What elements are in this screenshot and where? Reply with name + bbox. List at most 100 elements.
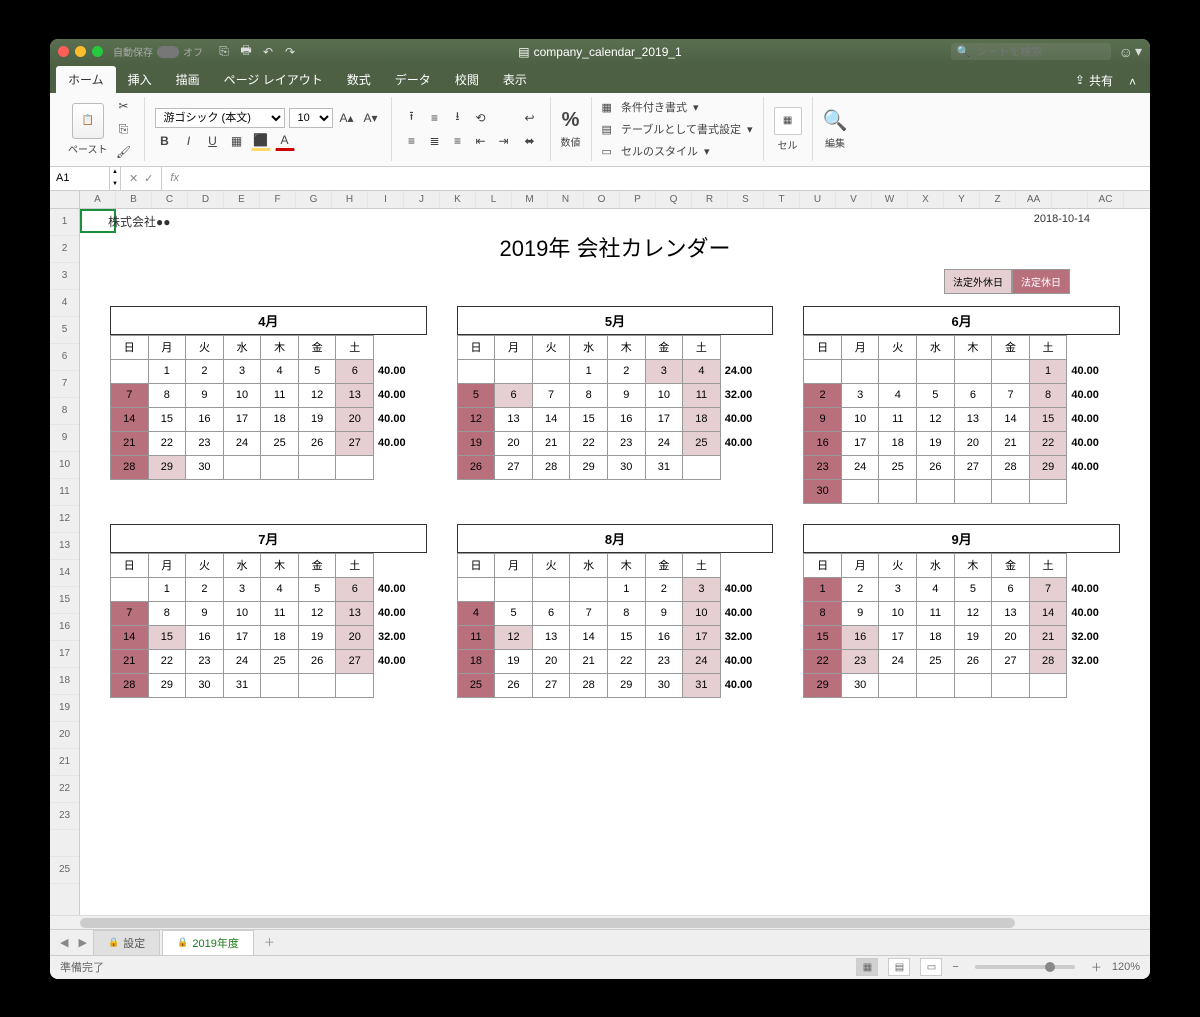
calendar-day[interactable] bbox=[223, 455, 261, 479]
calendar-day[interactable]: 30 bbox=[186, 455, 224, 479]
align-middle-icon[interactable]: ≡ bbox=[425, 108, 445, 128]
calendar-day[interactable]: 5 bbox=[954, 577, 992, 601]
view-page-layout-button[interactable]: ▤ bbox=[888, 958, 910, 976]
calendar-day[interactable]: 26 bbox=[298, 431, 336, 455]
row-header[interactable]: 4 bbox=[50, 290, 79, 317]
col-header[interactable]: Z bbox=[980, 191, 1016, 208]
calendar-day[interactable]: 14 bbox=[111, 407, 149, 431]
calendar-day[interactable]: 4 bbox=[683, 359, 721, 383]
calendar-day[interactable]: 20 bbox=[532, 649, 570, 673]
calendar-day[interactable]: 23 bbox=[607, 431, 645, 455]
row-header[interactable]: 22 bbox=[50, 776, 79, 803]
calendar-day[interactable]: 22 bbox=[804, 649, 842, 673]
calendar-day[interactable]: 19 bbox=[298, 407, 336, 431]
scrollbar-thumb[interactable] bbox=[80, 918, 1015, 928]
calendar-day[interactable]: 18 bbox=[261, 407, 299, 431]
calendar-day[interactable]: 18 bbox=[917, 625, 955, 649]
col-header[interactable]: M bbox=[512, 191, 548, 208]
calendar-day[interactable] bbox=[917, 673, 955, 697]
calendar-day[interactable]: 21 bbox=[570, 649, 608, 673]
calendar-day[interactable] bbox=[298, 455, 336, 479]
calendar-day[interactable]: 11 bbox=[683, 383, 721, 407]
col-header[interactable]: X bbox=[908, 191, 944, 208]
calendar-day[interactable]: 24 bbox=[841, 455, 879, 479]
calendar-day[interactable]: 6 bbox=[954, 383, 992, 407]
calendar-day[interactable]: 17 bbox=[223, 625, 261, 649]
calendar-day[interactable]: 21 bbox=[1029, 625, 1067, 649]
calendar-day[interactable]: 22 bbox=[148, 649, 186, 673]
calendar-day[interactable]: 8 bbox=[1029, 383, 1067, 407]
calendar-day[interactable]: 16 bbox=[804, 431, 842, 455]
calendar-day[interactable] bbox=[111, 359, 149, 383]
calendar-day[interactable]: 27 bbox=[336, 649, 374, 673]
calendar-day[interactable]: 11 bbox=[261, 383, 299, 407]
calendar-day[interactable]: 31 bbox=[645, 455, 683, 479]
row-header[interactable]: 2 bbox=[50, 236, 79, 263]
calendar-day[interactable]: 1 bbox=[1029, 359, 1067, 383]
cancel-formula-icon[interactable]: ✕ bbox=[129, 172, 138, 185]
calendar-day[interactable]: 24 bbox=[683, 649, 721, 673]
calendar-day[interactable]: 19 bbox=[495, 649, 533, 673]
calendar-day[interactable]: 6 bbox=[336, 359, 374, 383]
redo-icon[interactable]: ↷ bbox=[283, 45, 297, 59]
calendar-day[interactable]: 5 bbox=[298, 577, 336, 601]
calendar-day[interactable] bbox=[841, 479, 879, 503]
calendar-day[interactable]: 9 bbox=[186, 383, 224, 407]
calendar-day[interactable]: 7 bbox=[992, 383, 1030, 407]
cut-icon[interactable]: ✂ bbox=[114, 96, 134, 116]
calendar-day[interactable]: 23 bbox=[186, 431, 224, 455]
align-right-icon[interactable]: ≡ bbox=[448, 131, 468, 151]
calendar-day[interactable]: 15 bbox=[804, 625, 842, 649]
fill-color-button[interactable]: ⬛ bbox=[251, 131, 271, 151]
calendar-day[interactable]: 12 bbox=[457, 407, 495, 431]
col-header[interactable]: D bbox=[188, 191, 224, 208]
calendar-day[interactable]: 25 bbox=[261, 649, 299, 673]
calendar-day[interactable]: 25 bbox=[457, 673, 495, 697]
calendar-day[interactable]: 17 bbox=[879, 625, 917, 649]
col-header[interactable]: AC bbox=[1088, 191, 1124, 208]
calendar-day[interactable] bbox=[261, 673, 299, 697]
calendar-day[interactable]: 7 bbox=[1029, 577, 1067, 601]
calendar-day[interactable]: 9 bbox=[645, 601, 683, 625]
calendar-day[interactable]: 27 bbox=[532, 673, 570, 697]
maximize-button[interactable] bbox=[92, 46, 103, 57]
minimize-button[interactable] bbox=[75, 46, 86, 57]
col-header[interactable]: Y bbox=[944, 191, 980, 208]
calendar-day[interactable]: 2 bbox=[804, 383, 842, 407]
row-header[interactable]: 14 bbox=[50, 560, 79, 587]
calendar-day[interactable]: 17 bbox=[841, 431, 879, 455]
border-button[interactable]: ▦ bbox=[227, 131, 247, 151]
col-header[interactable]: F bbox=[260, 191, 296, 208]
print-icon[interactable]: 🖶 bbox=[239, 45, 253, 59]
calendar-day[interactable] bbox=[683, 455, 721, 479]
calendar-day[interactable] bbox=[532, 577, 570, 601]
calendar-day[interactable]: 28 bbox=[992, 455, 1030, 479]
calendar-day[interactable]: 21 bbox=[532, 431, 570, 455]
calendar-day[interactable]: 23 bbox=[841, 649, 879, 673]
calendar-day[interactable]: 9 bbox=[841, 601, 879, 625]
calendar-day[interactable]: 3 bbox=[841, 383, 879, 407]
calendar-day[interactable] bbox=[841, 359, 879, 383]
calendar-day[interactable]: 11 bbox=[879, 407, 917, 431]
ribbon-tab-7[interactable]: 表示 bbox=[491, 66, 539, 93]
calendar-day[interactable]: 20 bbox=[336, 407, 374, 431]
share-button[interactable]: ⇪ 共有 bbox=[1067, 68, 1121, 93]
calendar-day[interactable]: 6 bbox=[495, 383, 533, 407]
calendar-day[interactable]: 13 bbox=[954, 407, 992, 431]
sheet-nav-prev-icon[interactable]: ◀ bbox=[56, 936, 72, 949]
calendar-day[interactable]: 3 bbox=[683, 577, 721, 601]
calendar-day[interactable]: 28 bbox=[1029, 649, 1067, 673]
name-box-stepper[interactable]: ▲▼ bbox=[110, 167, 121, 190]
view-page-break-button[interactable]: ▭ bbox=[920, 958, 942, 976]
calendar-day[interactable]: 2 bbox=[186, 577, 224, 601]
calendar-day[interactable]: 1 bbox=[148, 577, 186, 601]
row-header[interactable]: 7 bbox=[50, 371, 79, 398]
col-header[interactable]: T bbox=[764, 191, 800, 208]
calendar-day[interactable] bbox=[1029, 673, 1067, 697]
col-header[interactable] bbox=[1052, 191, 1088, 208]
row-header[interactable]: 9 bbox=[50, 425, 79, 452]
calendar-day[interactable]: 29 bbox=[804, 673, 842, 697]
col-header[interactable]: O bbox=[584, 191, 620, 208]
merge-cells-icon[interactable]: ⬌ bbox=[520, 131, 540, 151]
row-header[interactable]: 3 bbox=[50, 263, 79, 290]
